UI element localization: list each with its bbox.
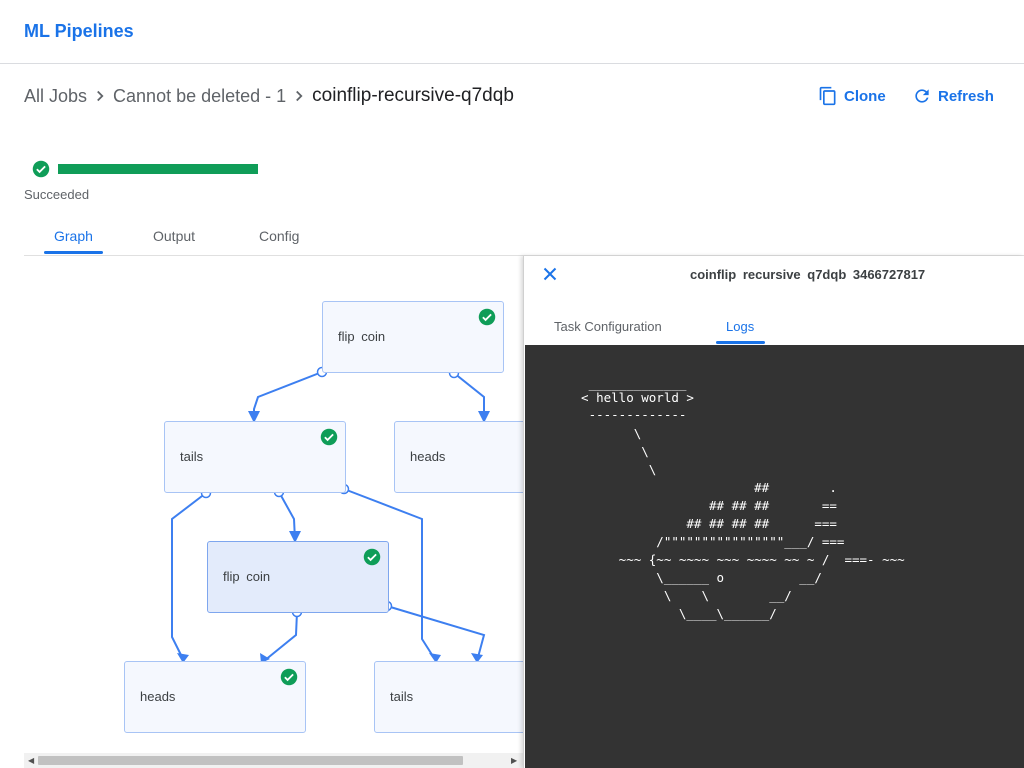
node-label: heads: [410, 449, 446, 464]
node-label: heads: [140, 689, 176, 704]
node-details-panel: coinflip recursive q7dqb 3466727817 Task…: [523, 256, 1024, 768]
copy-icon: [819, 86, 836, 106]
edge-flip1-tails1: [253, 371, 323, 421]
status-label: Succeeded: [24, 187, 90, 202]
breadcrumb-experiment[interactable]: Cannot be deleted - 1: [113, 86, 286, 107]
edge-flip2-tails2: [386, 605, 486, 662]
panel-title: coinflip recursive q7dqb 3466727817: [690, 267, 926, 282]
graph-node-heads[interactable]: heads: [124, 661, 306, 733]
graph-node-heads[interactable]: heads: [394, 421, 524, 493]
panel-tab-active-indicator: [716, 341, 765, 344]
check-circle-icon: [32, 160, 50, 178]
node-label: tails: [180, 449, 204, 464]
app-title[interactable]: ML Pipelines: [24, 21, 134, 42]
edge-tails1-heads2: [171, 492, 207, 662]
graph-node-flip-coin-selected[interactable]: flip coin: [207, 541, 389, 613]
status-progress-bar: [58, 164, 258, 174]
run-name: coinflip-recursive-q7dqb: [312, 85, 514, 106]
graph-horizontal-scrollbar[interactable]: ◀ ▶: [24, 753, 524, 768]
clone-button[interactable]: Clone: [818, 86, 886, 106]
refresh-label: Refresh: [938, 87, 994, 105]
log-line: ~~~ {~~ ~~~~ ~~~ ~~~~ ~~ ~ / ===- ~~~: [566, 552, 905, 567]
refresh-icon: [915, 89, 929, 103]
run-tabs: Graph Output Config: [24, 220, 1024, 256]
log-line: \: [566, 462, 657, 477]
tab-logs[interactable]: Logs: [726, 319, 754, 334]
log-line: ## ## ## ## ===: [566, 516, 837, 531]
tab-task-configuration[interactable]: Task Configuration: [554, 319, 662, 334]
log-line: \: [566, 444, 649, 459]
log-line: \ \ __/: [566, 588, 792, 603]
log-line: -------------: [566, 407, 687, 422]
check-circle-icon: [363, 548, 381, 566]
chevron-right-icon: [296, 90, 303, 102]
scrollbar-thumb[interactable]: [38, 756, 463, 765]
scroll-left-arrow-icon[interactable]: ◀: [28, 756, 34, 765]
node-label: tails: [390, 689, 414, 704]
graph-node-flip-coin[interactable]: flip coin: [322, 301, 504, 373]
refresh-button[interactable]: Refresh: [912, 86, 994, 106]
log-line: ## ## ## ==: [566, 498, 837, 513]
scroll-right-arrow-icon[interactable]: ▶: [511, 756, 517, 765]
chevron-right-icon: [97, 90, 104, 102]
log-line: \: [566, 426, 642, 441]
log-line: \______ o __/: [566, 570, 822, 585]
check-circle-icon: [280, 668, 298, 686]
log-line: /""""""""""""""""___/ ===: [566, 534, 845, 549]
log-line: ## .: [566, 480, 837, 495]
log-line: < hello world >: [566, 390, 694, 405]
clone-label: Clone: [844, 87, 886, 105]
tab-graph[interactable]: Graph: [54, 228, 93, 244]
node-label: flip coin: [223, 569, 271, 584]
breadcrumb-all-jobs[interactable]: All Jobs: [24, 86, 87, 107]
top-bar: ML Pipelines: [0, 0, 1024, 64]
log-viewer[interactable]: _____________ < hello world > ----------…: [525, 345, 1024, 768]
breadcrumb: All Jobs Cannot be deleted - 1 coinflip-…: [24, 84, 514, 108]
graph-node-tails[interactable]: tails: [164, 421, 346, 493]
tab-active-indicator: [44, 251, 103, 254]
node-label: flip coin: [338, 329, 386, 344]
tab-config[interactable]: Config: [259, 228, 299, 244]
log-line: \____\______/: [566, 606, 777, 621]
close-icon[interactable]: [543, 267, 557, 281]
edge-flip2-heads2: [263, 611, 298, 662]
check-circle-icon: [478, 308, 496, 326]
pipeline-graph[interactable]: flip coin tails heads flip coin heads ta…: [24, 257, 524, 768]
tab-output[interactable]: Output: [153, 228, 195, 244]
graph-node-tails[interactable]: tails: [374, 661, 524, 733]
check-circle-icon: [320, 428, 338, 446]
